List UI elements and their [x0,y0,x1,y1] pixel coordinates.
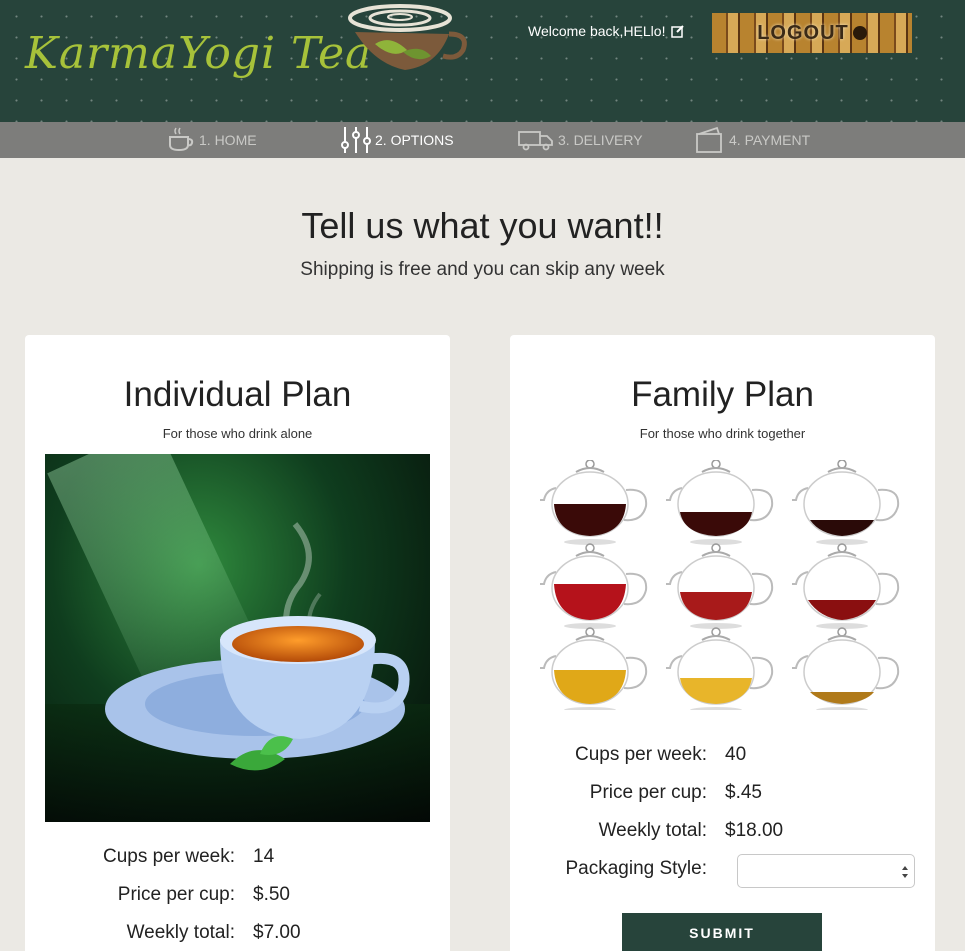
edit-profile-icon[interactable] [671,24,685,38]
family-total-label: Weekly total: [598,820,707,841]
teapot-row-2 [539,543,900,630]
individual-total-row: Weekly total: $7.00 [25,922,301,944]
submit-button[interactable]: SUBMIT [622,913,822,951]
logout-label: LOGOUT [757,21,849,44]
step-options-label: 2. OPTIONS [375,132,454,148]
brand-name: KarmaYogi Tea [25,28,373,79]
individual-plan-subtitle: For those who drink alone [162,426,313,441]
individual-price-label: Price per cup: [117,884,235,905]
individual-total-value: $7.00 [253,922,301,943]
packaging-style-select[interactable] [737,854,915,888]
welcome-message: Welcome back,HELlo! [528,23,685,39]
family-plan-subtitle: For those who drink together [639,426,806,441]
step-payment-label: 4. PAYMENT [729,132,811,148]
page-title: Tell us what you want!! [301,205,664,246]
individual-price-value: $.50 [253,884,290,905]
welcome-text: Welcome back,HELlo! [528,23,666,39]
teapots-image [539,460,900,710]
individual-plan-title: Individual Plan [123,375,352,414]
family-plan-title: Family Plan [631,375,814,414]
teacup-logo-icon [348,4,467,70]
step-payment[interactable]: 4. PAYMENT [695,122,810,158]
site-header: KarmaYogi Tea Welcome back,HELlo! LOGOUT [0,0,965,122]
teapot-row-3 [539,627,900,710]
family-packaging-label: Packaging Style: [565,858,707,879]
individual-price-row: Price per cup: $.50 [25,884,290,906]
family-price-value: $.45 [725,782,762,803]
individual-cups-value: 14 [253,846,275,867]
truck-icon [518,131,553,151]
individual-plan-card[interactable]: Individual Plan For those who drink alon… [25,335,450,951]
family-plan-card[interactable]: Family Plan For those who drink together [510,335,935,951]
step-delivery[interactable]: 3. DELIVERY [518,122,643,158]
select-arrows-icon [902,866,908,878]
step-home-label: 1. HOME [199,132,257,148]
individual-cups-label: Cups per week: [102,846,235,867]
family-total-value: $18.00 [725,820,784,841]
logout-button[interactable]: LOGOUT [712,13,912,53]
family-cups-value: 40 [725,744,747,765]
individual-cups-row: Cups per week: 14 [25,846,274,868]
step-home[interactable]: 1. HOME [167,122,257,158]
step-delivery-label: 3. DELIVERY [558,132,643,148]
teapot-row-1 [539,460,900,546]
checkout-steps: 1. HOME 2. OPTIONS 3. DELIVERY 4. PAYMEN… [0,122,965,158]
family-cups-row: Cups per week: 40 [497,744,746,766]
individual-total-label: Weekly total: [126,922,235,943]
family-price-row: Price per cup: $.45 [497,782,762,804]
family-total-row: Weekly total: $18.00 [497,820,784,842]
bamboo-knot-icon [852,26,867,40]
sliders-icon [341,127,371,153]
teacup-icon [169,127,194,152]
family-cups-label: Cups per week: [574,744,707,765]
page-subtitle: Shipping is free and you can skip any we… [300,259,665,280]
brand-logo[interactable]: KarmaYogi Tea [25,4,485,100]
steaming-teacup-image [45,522,430,822]
family-packaging-row: Packaging Style: [497,858,707,880]
step-options[interactable]: 2. OPTIONS [341,122,454,158]
family-price-label: Price per cup: [589,782,707,803]
teacup-photo [45,454,430,822]
wallet-icon [696,126,722,153]
